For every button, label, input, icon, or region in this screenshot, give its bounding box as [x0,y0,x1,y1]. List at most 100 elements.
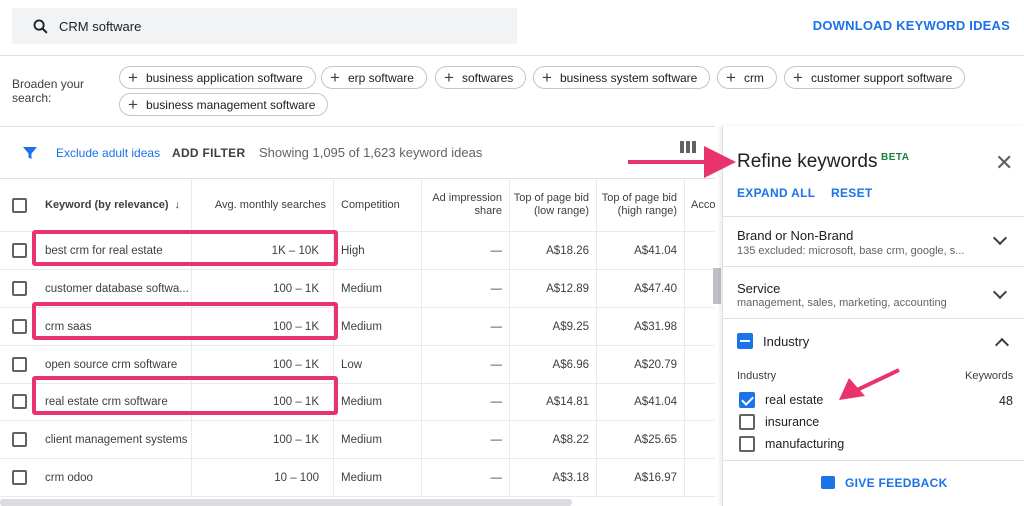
broaden-chip[interactable]: + business system software [533,66,711,89]
broaden-chip[interactable]: + erp software [321,66,427,89]
plus-icon: + [330,68,340,87]
divider [684,270,685,307]
divider [684,232,685,269]
row-checkbox[interactable] [12,432,27,447]
divider [596,459,597,496]
impression-cell: — [490,433,503,446]
row-checkbox[interactable] [12,470,27,485]
reset-button[interactable]: RESET [831,186,873,200]
plus-icon: + [726,68,736,87]
section-title[interactable]: Industry [763,334,809,349]
divider [333,421,334,458]
bid-low-cell: A$14.81 [546,395,589,408]
beta-badge: BETA [881,152,910,163]
chip-label: business application software [145,70,303,85]
divider [421,270,422,307]
divider [596,179,597,231]
divider [421,383,422,420]
give-feedback-button[interactable]: GIVE FEEDBACK [845,476,948,490]
broaden-chip[interactable]: + softwares [435,66,527,89]
broaden-chip[interactable]: + crm [717,66,777,89]
column-header-keyword[interactable]: Keyword (by relevance) ↓ [45,179,190,231]
search-bar[interactable]: CRM software [12,8,517,44]
plus-icon: + [128,95,138,114]
chevron-down-icon [992,230,1008,246]
close-icon[interactable]: ✕ [995,150,1013,176]
option-label: real estate [765,393,824,407]
option-checkbox-real-estate[interactable] [739,392,755,408]
bid-low-cell: A$8.22 [552,433,589,446]
column-header-account[interactable]: Acco [691,179,715,231]
keyword-count: 48 [999,394,1013,408]
plus-icon: + [542,68,552,87]
impression-cell: — [490,282,503,295]
feedback-icon [821,476,835,489]
divider [509,459,510,496]
competition-cell: Medium [341,433,382,446]
industry-column-label: Industry [737,370,777,382]
competition-cell: Medium [341,282,382,295]
chip-label: crm [743,70,764,85]
divider [421,232,422,269]
option-checkbox-insurance[interactable] [739,414,755,430]
option-checkbox-manufacturing[interactable] [739,436,755,452]
column-header-impression[interactable]: Ad impression share [424,179,502,231]
divider [509,421,510,458]
divider [509,270,510,307]
bid-high-cell: A$41.04 [634,395,677,408]
filter-icon[interactable] [22,145,38,161]
add-filter-button[interactable]: ADD FILTER [172,146,245,160]
bid-low-cell: A$3.18 [552,471,589,484]
broaden-chip[interactable]: + business management software [119,93,329,116]
exclude-adult-ideas-link[interactable]: Exclude adult ideas [56,146,160,160]
plus-icon: + [444,68,454,87]
section-brand[interactable]: Brand or Non-Brand 135 excluded: microso… [723,216,1024,266]
row-checkbox[interactable] [12,281,27,296]
search-icon [33,19,48,34]
column-header-competition[interactable]: Competition [341,179,421,231]
row-checkbox[interactable] [12,357,27,372]
refine-keywords-panel: Refine keywords BETA ✕ EXPAND ALL RESET … [722,126,1024,506]
row-checkbox[interactable] [12,394,27,409]
broaden-chip[interactable]: + business application software [119,66,316,89]
bid-high-cell: A$47.40 [634,282,677,295]
section-subtitle: management, sales, marketing, accounting [737,297,947,309]
industry-partial-checkbox[interactable] [737,333,753,349]
select-all-checkbox[interactable] [12,198,27,213]
impression-cell: — [490,244,503,257]
searches-cell: 100 – 1K [272,433,319,446]
horizontal-scrollbar[interactable] [0,499,572,506]
row-checkbox[interactable] [12,319,27,334]
bid-low-cell: A$18.26 [546,244,589,257]
table-header: Keyword (by relevance) ↓ Avg. monthly sea… [0,179,715,232]
divider [509,383,510,420]
divider [684,346,685,383]
column-header-bid-low[interactable]: Top of page bid (low range) [512,179,589,231]
impression-cell: — [490,395,503,408]
option-label: manufacturing [765,437,845,451]
impression-cell: — [490,358,503,371]
expand-all-button[interactable]: EXPAND ALL [737,186,815,200]
searches-cell: 10 – 100 [274,471,319,484]
table-row[interactable]: client management systems 100 – 1K Medium —… [0,421,715,459]
plus-icon: + [793,68,803,87]
broaden-chip[interactable]: + customer support software [784,66,966,89]
section-service[interactable]: Service management, sales, marketing, ac… [723,266,1024,318]
competition-cell: Medium [341,471,382,484]
bid-low-cell: A$6.96 [552,358,589,371]
row-checkbox[interactable] [12,243,27,258]
vertical-scrollbar[interactable] [713,268,721,304]
impression-cell: — [490,320,503,333]
divider [684,421,685,458]
results-count: Showing 1,095 of 1,623 keyword ideas [259,145,483,160]
table-row[interactable]: crm odoo 10 – 100 Medium — A$3.18 A$16.97 [0,459,715,497]
column-header-bid-high[interactable]: Top of page bid (high range) [599,179,677,231]
divider [684,308,685,345]
section-title: Service [737,281,781,296]
search-input[interactable]: CRM software [59,19,141,34]
highlight-box [32,376,338,415]
download-keyword-ideas-button[interactable]: DOWNLOAD KEYWORD IDEAS [813,18,1010,33]
bid-low-cell: A$9.25 [552,320,589,333]
column-header-searches[interactable]: Avg. monthly searches [192,179,326,231]
keyword-cell: crm odoo [45,471,93,484]
